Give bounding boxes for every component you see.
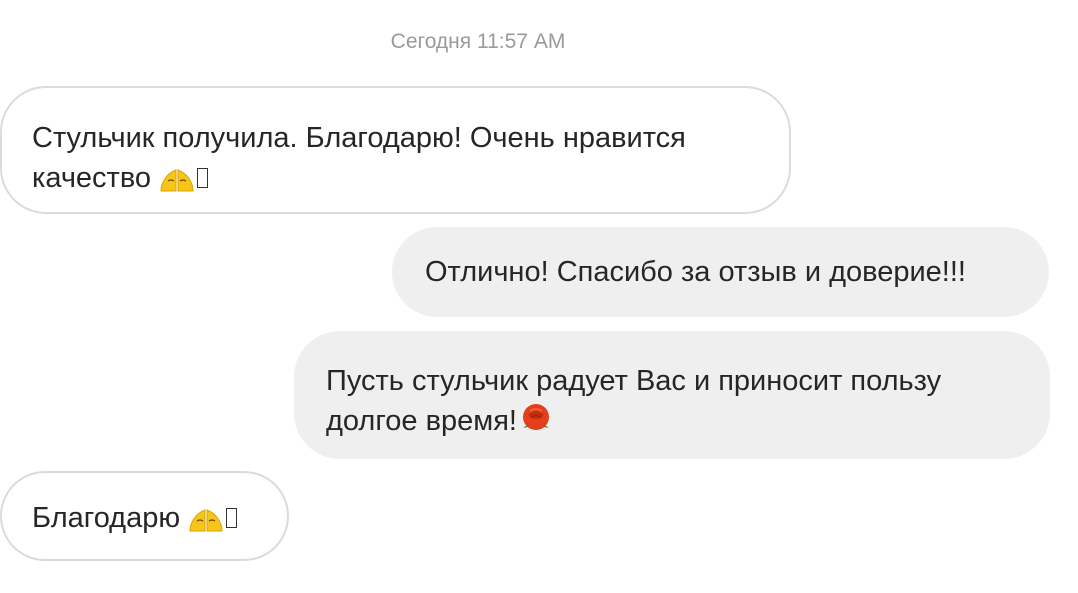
message-text: Стульчик получила. Благодарю! Очень нрав… — [32, 122, 686, 154]
missing-glyph-icon — [197, 168, 209, 188]
message-text: долгое время! — [326, 405, 517, 437]
message-text: Пусть стульчик радует Вас и приносит пол… — [326, 365, 942, 397]
folded-hands-icon — [188, 504, 224, 544]
message-text: Благодарю — [32, 502, 181, 534]
message-bubble-outgoing[interactable]: Отлично! Спасибо за отзыв и доверие!!! — [392, 227, 1049, 317]
folded-hands-icon — [159, 164, 195, 204]
message-bubble-outgoing[interactable]: Пусть стульчик радует Вас и приносит пол… — [294, 331, 1050, 459]
message-text: качество — [32, 162, 152, 194]
message-text: Отлично! Спасибо за отзыв и доверие!!! — [425, 256, 966, 288]
message-bubble-incoming[interactable]: Благодарю — [0, 471, 289, 561]
rose-icon — [517, 402, 555, 447]
message-thread: Сегодня 11:57 AM Стульчик получила. Благ… — [0, 0, 1078, 593]
message-bubble-incoming[interactable]: Стульчик получила. Благодарю! Очень нрав… — [0, 86, 791, 214]
timestamp: Сегодня 11:57 AM — [390, 30, 566, 53]
missing-glyph-icon — [226, 508, 238, 528]
